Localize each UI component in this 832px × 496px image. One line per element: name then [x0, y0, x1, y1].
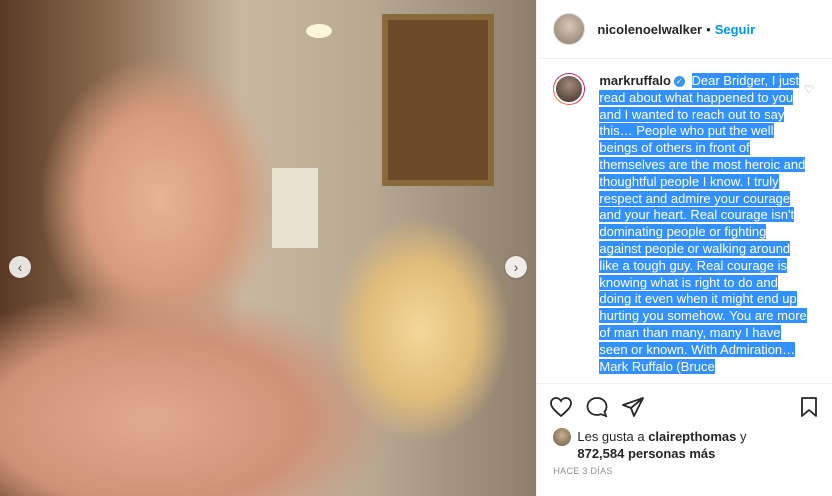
- likes-count[interactable]: 872,584 personas más: [577, 446, 715, 461]
- family-wall-sign: [272, 168, 318, 248]
- bookmark-icon[interactable]: [798, 396, 820, 418]
- chevron-left-icon: ‹: [17, 259, 23, 275]
- verified-badge-icon: ✓: [673, 76, 685, 88]
- instagram-post: ‹ › nicolenoelwalker • Seguir markruffal…: [0, 0, 832, 496]
- ceiling-light: [306, 24, 332, 38]
- post-timestamp[interactable]: HACE 3 DÍAS: [553, 466, 612, 476]
- comment-text: Dear Bridger, I just read about what hap…: [599, 73, 807, 374]
- likes-prefix: Les gusta a: [577, 429, 645, 444]
- carousel-next-button[interactable]: ›: [505, 256, 527, 278]
- liker-username[interactable]: clairepthomas: [648, 429, 736, 444]
- comments-list[interactable]: markruffalo ✓ Dear Bridger, I just read a…: [537, 59, 832, 382]
- commenter-avatar[interactable]: [553, 73, 586, 105]
- comment-bubble-icon[interactable]: [585, 396, 609, 418]
- wall-painting: [382, 14, 494, 186]
- post-header: nicolenoelwalker • Seguir: [537, 0, 832, 59]
- likes-summary: Les gusta a clairepthomas y 872,584 pers…: [553, 428, 746, 462]
- action-bar: [537, 383, 832, 429]
- carousel-prev-button[interactable]: ‹: [9, 256, 31, 278]
- likes-text: Les gusta a clairepthomas y 872,584 pers…: [577, 428, 746, 462]
- comment-like-heart-icon[interactable]: ♡: [804, 83, 814, 96]
- chevron-right-icon: ›: [513, 259, 519, 275]
- owner-avatar[interactable]: [553, 13, 586, 45]
- share-send-icon[interactable]: [621, 396, 645, 418]
- like-heart-icon[interactable]: [549, 396, 573, 418]
- comment-body: markruffalo ✓ Dear Bridger, I just read a…: [599, 73, 809, 375]
- post-photo: ‹ ›: [0, 0, 537, 496]
- post-sidebar: nicolenoelwalker • Seguir markruffalo ✓ D…: [536, 0, 832, 496]
- owner-username[interactable]: nicolenoelwalker: [597, 22, 702, 37]
- follow-button[interactable]: Seguir: [715, 22, 755, 37]
- header-separator: •: [706, 21, 711, 37]
- liker-avatar[interactable]: [553, 428, 572, 446]
- comment-item: markruffalo ✓ Dear Bridger, I just read a…: [553, 73, 816, 375]
- commenter-username[interactable]: markruffalo: [599, 73, 671, 88]
- likes-conjunction: y: [739, 429, 747, 444]
